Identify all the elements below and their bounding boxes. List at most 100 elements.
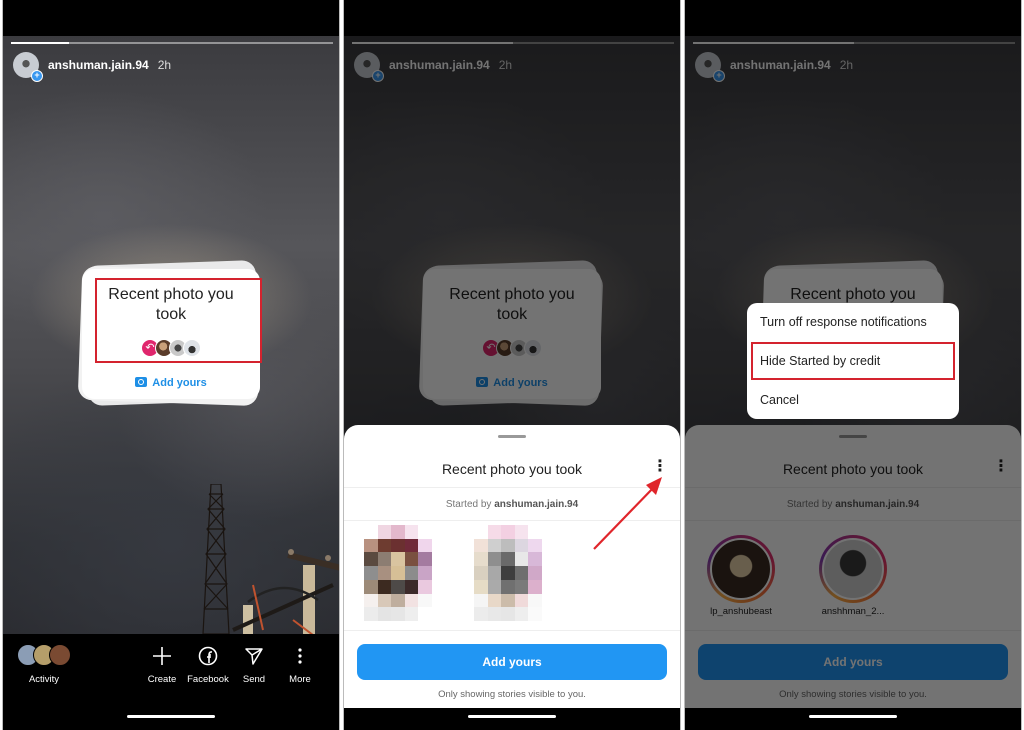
mosaic-pixel (418, 593, 432, 608)
mosaic-pixel (418, 607, 432, 621)
facebook-button[interactable]: Facebook (185, 644, 231, 685)
mosaic-pixel (474, 552, 488, 567)
tutorial-composite: + anshuman.jain.94 2h Recent photo you t… (0, 0, 1024, 730)
mosaic-pixel (474, 607, 488, 621)
mosaic-pixel (474, 566, 488, 580)
menu-item-turn-off-notifications[interactable]: Turn off response notifications (760, 315, 927, 329)
mosaic-pixel (391, 607, 405, 621)
mosaic-pixel (404, 579, 419, 594)
visibility-note: Only showing stories visible to you. (438, 689, 586, 700)
mosaic-pixel (487, 538, 502, 553)
mosaic-pixel (418, 566, 432, 580)
story-header[interactable]: + anshuman.jain.94 2h (13, 52, 171, 82)
mosaic-pixel (528, 552, 542, 567)
mosaic-pixel (474, 538, 488, 553)
annotation-highlight-box (751, 342, 955, 380)
phone-screen-sheet: + anshuman.jain.94 2h Recent photo you t… (343, 0, 681, 730)
mosaic-pixel (391, 593, 405, 608)
create-button[interactable]: Create (139, 644, 185, 685)
avatar[interactable]: + (13, 52, 43, 82)
mosaic-pixel (364, 579, 378, 594)
mosaic-pixel (377, 552, 392, 567)
story-username[interactable]: anshuman.jain.94 (48, 58, 149, 72)
mosaic-pixel (514, 552, 529, 567)
mosaic-pixel (514, 579, 529, 594)
more-button[interactable]: More (277, 644, 323, 685)
mosaic-pixel (501, 579, 515, 594)
sticker-add-yours-button[interactable]: Add yours (82, 377, 260, 389)
mosaic-pixel (528, 525, 542, 539)
camera-icon (135, 377, 148, 387)
mosaic-pixel (418, 525, 432, 539)
participant-story-thumbnail-blurred[interactable] (364, 525, 432, 621)
mosaic-pixel (377, 593, 392, 608)
participant-story-thumbnail-blurred[interactable] (474, 525, 542, 621)
mosaic-pixel (474, 593, 488, 608)
sheet-drag-handle[interactable] (498, 435, 526, 438)
send-button[interactable]: Send (231, 644, 277, 685)
mosaic-pixel (474, 525, 488, 539)
add-story-plus-icon: + (31, 70, 43, 82)
mosaic-pixel (377, 525, 392, 539)
mosaic-pixel (404, 593, 419, 608)
more-vertical-icon (277, 644, 323, 668)
activity-button[interactable]: Activity (17, 644, 71, 685)
add-yours-button[interactable]: Add yours (357, 644, 667, 680)
mosaic-pixel (391, 552, 405, 567)
mosaic-pixel (528, 593, 542, 608)
mosaic-pixel (418, 552, 432, 567)
mosaic-pixel (474, 579, 488, 594)
mosaic-pixel (501, 552, 515, 567)
facebook-icon (185, 644, 231, 668)
send-icon (231, 644, 277, 668)
plus-icon (139, 644, 185, 668)
mosaic-pixel (364, 552, 378, 567)
mosaic-pixel (364, 538, 378, 553)
mosaic-pixel (501, 538, 515, 553)
annotation-arrow (593, 477, 662, 550)
mosaic-pixel (487, 552, 502, 567)
mosaic-pixel (528, 607, 542, 621)
mosaic-pixel (391, 579, 405, 594)
mosaic-pixel (404, 607, 419, 621)
mosaic-pixel (514, 538, 529, 553)
mosaic-pixel (377, 579, 392, 594)
mosaic-pixel (377, 538, 392, 553)
annotation-highlight-box (95, 278, 262, 363)
home-indicator[interactable] (809, 715, 897, 718)
utility-pole-photo (223, 530, 339, 636)
mosaic-pixel (528, 538, 542, 553)
mosaic-pixel (528, 566, 542, 580)
mosaic-pixel (487, 607, 502, 621)
menu-item-cancel[interactable]: Cancel (760, 393, 799, 407)
home-indicator[interactable] (127, 715, 215, 718)
mosaic-pixel (404, 538, 419, 553)
mosaic-pixel (404, 566, 419, 580)
story-bottom-bar: Activity Create Facebook Send More (3, 634, 339, 730)
mosaic-pixel (377, 566, 392, 580)
mosaic-pixel (391, 538, 405, 553)
viewer-avatars (17, 644, 71, 666)
mosaic-pixel (514, 566, 529, 580)
mosaic-pixel (487, 566, 502, 580)
add-yours-bottom-sheet: Recent photo you took ⋮ Started by anshu… (344, 425, 680, 708)
mosaic-pixel (514, 525, 529, 539)
phone-screen-menu: + anshuman.jain.94 2h Recent photo you t… (684, 0, 1022, 730)
mosaic-pixel (364, 525, 378, 539)
phone-screen-story-view: + anshuman.jain.94 2h Recent photo you t… (2, 0, 340, 730)
mosaic-pixel (364, 593, 378, 608)
mosaic-pixel (418, 579, 432, 594)
mosaic-pixel (404, 525, 419, 539)
mosaic-pixel (514, 607, 529, 621)
mosaic-pixel (501, 593, 515, 608)
mosaic-pixel (391, 525, 405, 539)
home-indicator[interactable] (468, 715, 556, 718)
story-progress-bar (11, 42, 333, 44)
mosaic-pixel (501, 566, 515, 580)
mosaic-pixel (528, 579, 542, 594)
divider (344, 630, 680, 631)
mosaic-pixel (404, 552, 419, 567)
mosaic-pixel (487, 593, 502, 608)
mosaic-pixel (391, 566, 405, 580)
mosaic-pixel (364, 566, 378, 580)
